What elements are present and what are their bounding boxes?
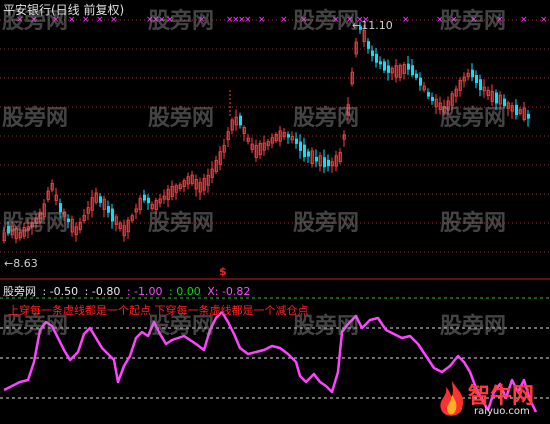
watermark: 股旁网 (148, 9, 215, 34)
candle-body (239, 115, 242, 126)
watermark: 股旁网 (440, 106, 507, 131)
candle-body (143, 194, 146, 201)
watermark: 股旁网 (440, 314, 507, 339)
watermark: 股旁网 (148, 106, 215, 131)
high-price-label: ←11.10 (352, 19, 393, 32)
watermark: 股旁网 (293, 211, 360, 236)
candle-body (367, 41, 370, 49)
candle-body (407, 63, 410, 70)
low-price-label: ←8.63 (4, 257, 38, 270)
candle-body (427, 92, 430, 97)
watermark: 股旁网 (2, 211, 69, 236)
indicator-annotation: 上穿每一条虚线都是一个起点 下穿每一条虚线都是一个减仓点 (8, 304, 309, 317)
candle-body (527, 113, 530, 119)
indicator-value-1: : -0.50 (42, 285, 79, 298)
candle-body (295, 138, 298, 144)
candle-body (379, 61, 382, 65)
candle-body (515, 104, 518, 116)
candle-body (307, 151, 310, 157)
watermark: 股旁网 (2, 106, 69, 131)
indicator-value-3: : -1.00 (126, 285, 163, 298)
candle-body (327, 159, 330, 167)
watermark: 股旁网 (148, 211, 215, 236)
candle-body (419, 77, 422, 86)
flame-icon (440, 381, 464, 416)
candle-body (111, 208, 114, 222)
candle-body (479, 79, 482, 91)
logo-url: raiyuo.com (474, 406, 530, 417)
low-price-value: 8.63 (13, 257, 38, 270)
watermark: 股旁网 (293, 106, 360, 131)
candle-body (287, 134, 290, 138)
signal-marker-x: × (258, 15, 266, 25)
candle-body (303, 144, 306, 158)
indicator-legend: 股旁网 : -0.50 : -0.80 : -1.00 : 0.00 X: -0… (3, 283, 253, 299)
signal-marker-x: × (402, 15, 410, 25)
candle-body (387, 65, 390, 73)
watermark: 股旁网 (293, 9, 360, 34)
candle-body (471, 69, 474, 78)
candle-body (315, 156, 318, 162)
candle-body (431, 96, 434, 102)
chart-screen: × × × × × × × × × × × × × × × × × × × × × × × × × × × × × × 股旁网 股旁网 股… (0, 0, 550, 424)
signal-marker-x: × (280, 15, 288, 25)
grid-lines (0, 19, 550, 280)
indicator-value-4: : 0.00 (169, 285, 201, 298)
indicator-value-x: X: -0.82 (207, 285, 251, 298)
candle-body (107, 206, 110, 213)
candle-body (415, 73, 418, 78)
indicator-name: 股旁网 (3, 285, 36, 298)
site-logo: 智牛网 raiyuo.com (436, 378, 548, 422)
candle-body (383, 61, 386, 71)
signal-marker-x: × (520, 15, 528, 25)
signal-marker-x: × (244, 15, 252, 25)
candle-body (299, 141, 302, 151)
chart-title: 平安银行(日线 前复权) (3, 3, 125, 17)
candle-body (323, 157, 326, 168)
watermark: 股旁网 (440, 211, 507, 236)
candle-body (99, 196, 102, 203)
watermark: 股旁网 (440, 9, 507, 34)
candle-body (475, 75, 478, 83)
indicator-value-2: : -0.80 (84, 285, 121, 298)
buy-signal-marker: $ (219, 265, 227, 278)
candle-body (371, 50, 374, 56)
high-price-value: 11.10 (361, 19, 393, 32)
candle-body (375, 53, 378, 63)
candle-body (147, 197, 150, 204)
signal-marker-x: × (540, 15, 548, 25)
candle-body (411, 65, 414, 76)
